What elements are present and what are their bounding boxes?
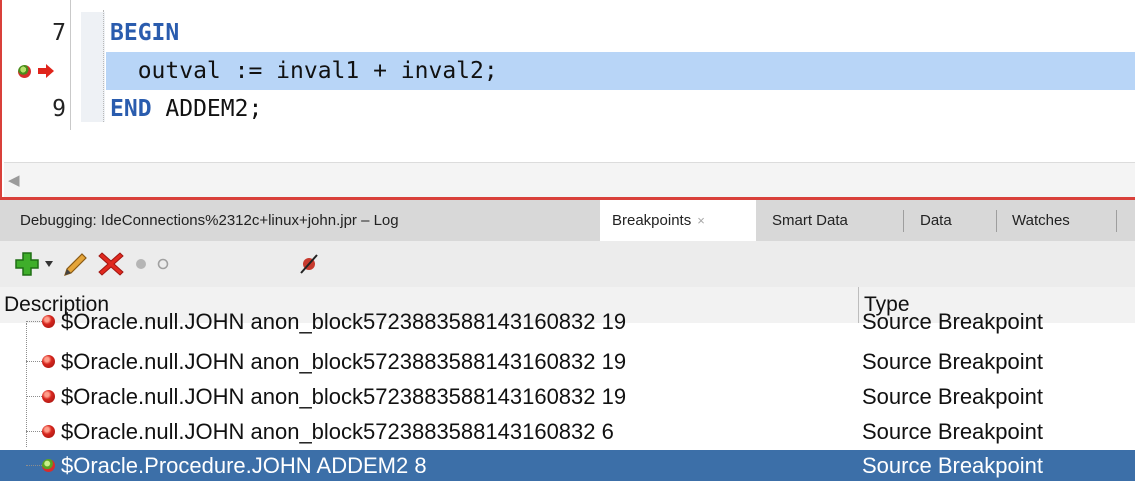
table-row[interactable]: $Oracle.null.JOHN anon_block572388358814… [0,413,1135,450]
code-text: END ADDEM2; [110,90,262,128]
breakpoint-icon [42,355,55,368]
tab-breakpoints[interactable]: Breakpoints × [600,200,756,241]
row-description: $Oracle.null.JOHN anon_block572388358814… [61,349,627,374]
tab-divider [903,210,904,232]
row-type: Source Breakpoint [862,384,1043,409]
tab-label: Breakpoints [612,212,692,229]
breakpoint-icon[interactable] [18,65,31,78]
breakpoint-icon [42,390,55,403]
horizontal-scrollbar[interactable]: ◀ [4,162,1135,198]
tab-label: Debugging: IdeConnections%2312c+linux+jo… [20,212,399,229]
edit-pencil-icon[interactable] [60,249,90,279]
close-icon[interactable]: × [697,213,705,228]
row-type: Source Breakpoint [862,453,1043,478]
row-type: Source Breakpoint [862,309,1043,334]
tab-data[interactable]: Data [908,200,964,241]
tab-log[interactable]: Debugging: IdeConnections%2312c+linux+jo… [8,200,411,241]
code-rest: ADDEM2; [151,96,263,122]
active-breakpoint-icon [42,459,55,472]
delete-x-icon[interactable] [94,249,128,279]
row-description: $Oracle.null.JOHN anon_block572388358814… [61,419,614,444]
tab-divider [996,210,997,232]
disable-dot-icon[interactable] [152,249,174,279]
row-description: $Oracle.Procedure.JOHN ADDEM2 8 [61,453,427,478]
tab-label: Smart Data [772,212,848,229]
code-editor[interactable]: 7 BEGIN outval := inval1 + inval2; 9 END… [0,0,1135,198]
line-number: 9 [52,96,66,122]
row-type: Source Breakpoint [862,349,1043,374]
table-row[interactable]: $Oracle.null.JOHN anon_block572388358814… [0,303,1135,340]
row-type: Source Breakpoint [862,419,1043,444]
execution-point-arrow-icon [38,64,54,78]
tab-smart-data[interactable]: Smart Data [760,200,860,241]
row-description: $Oracle.null.JOHN anon_block572388358814… [61,309,627,334]
tab-label: Data [920,212,952,229]
chevron-left-icon[interactable]: ◀ [8,171,20,189]
row-description: $Oracle.null.JOHN anon_block572388358814… [61,384,627,409]
table-row[interactable]: $Oracle.null.JOHN anon_block572388358814… [0,378,1135,415]
tab-divider [1116,210,1117,232]
deactivate-all-icon[interactable] [294,249,324,279]
keyword: END [110,96,152,122]
table-row[interactable]: $Oracle.null.JOHN anon_block572388358814… [0,343,1135,380]
code-line-7[interactable]: 7 BEGIN [2,14,1135,52]
breakpoints-toolbar [0,241,1135,287]
enable-dot-icon[interactable] [130,249,152,279]
dropdown-arrow-icon[interactable] [42,249,56,279]
tab-bar: Debugging: IdeConnections%2312c+linux+jo… [0,197,1135,241]
breakpoint-icon [42,315,55,328]
breakpoint-icon [42,425,55,438]
breakpoints-table: $Oracle.null.JOHN anon_block572388358814… [0,309,1135,481]
code-line-9[interactable]: 9 END ADDEM2; [2,90,1135,128]
tab-label: Watches [1012,212,1070,229]
keyword: BEGIN [110,20,180,46]
code-text: outval := inval1 + inval2; [110,58,498,84]
table-row-selected[interactable]: $Oracle.Procedure.JOHN ADDEM2 8 Source B… [0,450,1135,481]
tab-watches[interactable]: Watches [1000,200,1082,241]
line-number: 7 [52,20,66,46]
code-text: BEGIN [110,14,179,52]
code-line-8[interactable]: outval := inval1 + inval2; [2,52,1135,90]
add-breakpoint-icon[interactable] [12,249,42,279]
